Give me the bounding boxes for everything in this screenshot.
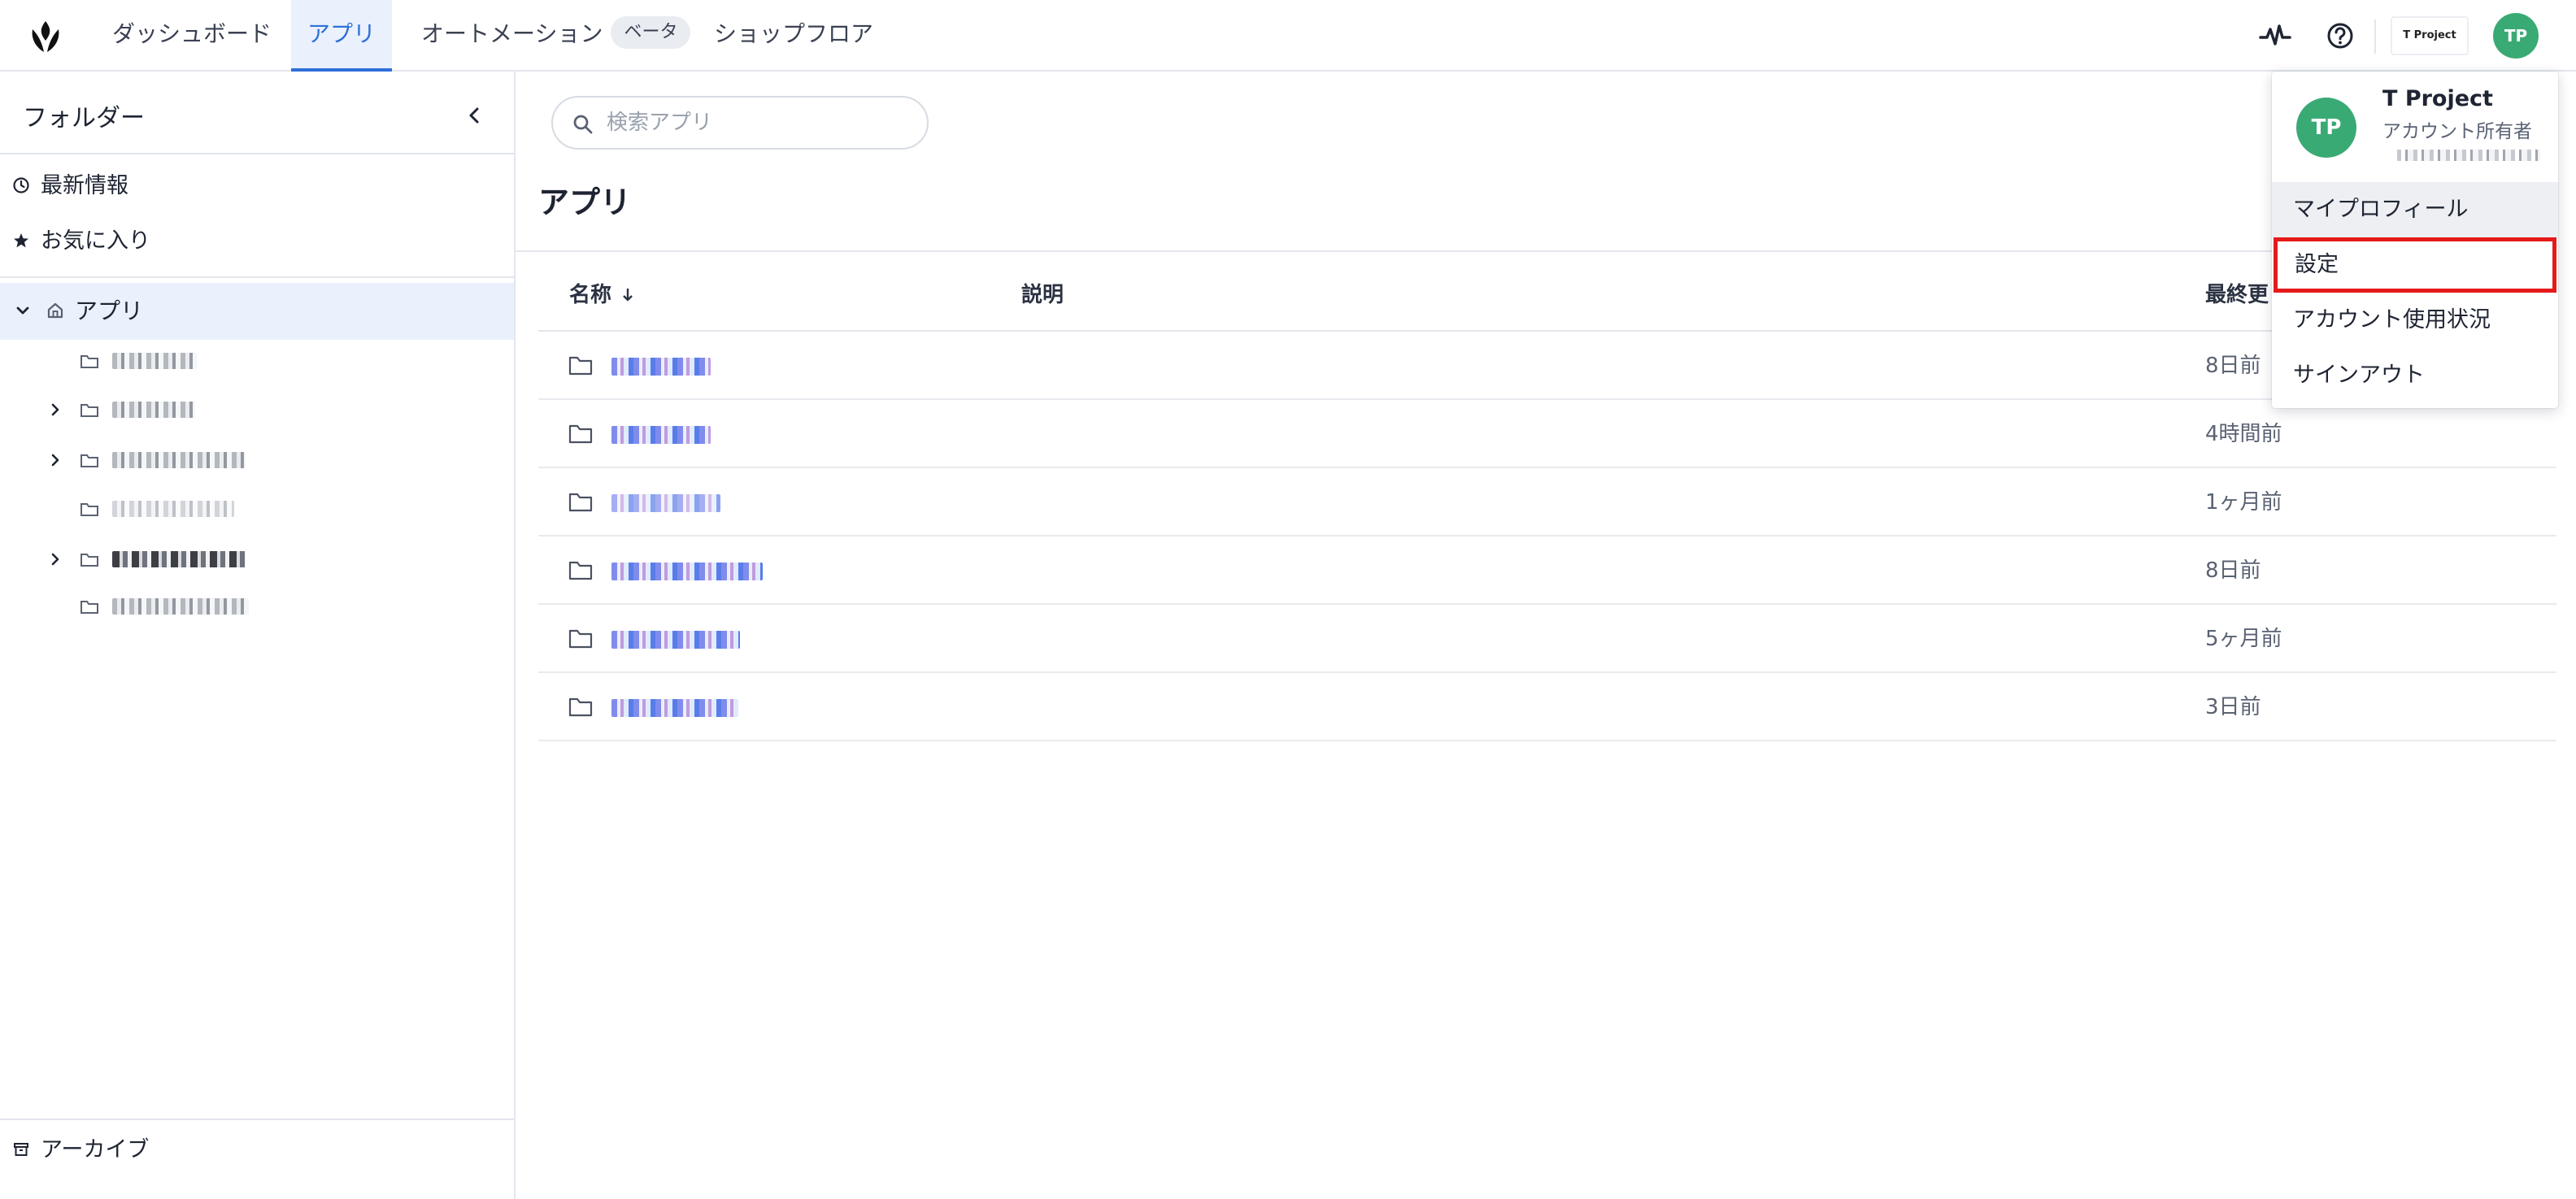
- nav-shop-floor[interactable]: ショップフロア: [714, 0, 873, 72]
- account-name: T Project: [2382, 86, 2493, 111]
- sidebar-item-favorites[interactable]: お気に入り: [11, 221, 150, 262]
- sidebar-title: フォルダー: [23, 104, 145, 132]
- page-title: アプリ: [538, 185, 632, 220]
- account-role: アカウント所有者: [2382, 121, 2532, 142]
- last-updated-cell: 5ヶ月前: [2205, 627, 2282, 651]
- app-folder-name-redacted[interactable]: [611, 426, 711, 444]
- last-updated-cell: 1ヶ月前: [2205, 490, 2282, 515]
- tulip-logo-icon[interactable]: [24, 16, 67, 59]
- top-navigation-bar: ダッシュボード アプリ オートメーション ベータ ショップフロア T Projec…: [0, 0, 2576, 72]
- sidebar-item-label: アプリ: [75, 298, 144, 324]
- topbar-divider: [2374, 20, 2376, 54]
- sidebar-divider: [0, 153, 514, 154]
- table-row[interactable]: 5ヶ月前: [538, 605, 2556, 673]
- last-updated-cell: 8日前: [2205, 558, 2261, 583]
- menu-item-account-usage[interactable]: アカウント使用状況: [2272, 293, 2558, 348]
- folder-tree-item[interactable]: [0, 385, 514, 434]
- folder-icon: [568, 561, 593, 580]
- archive-icon: [14, 1142, 28, 1156]
- sidebar-divider: [0, 276, 514, 278]
- sidebar-item-label: お気に入り: [41, 228, 150, 254]
- sort-descending-icon[interactable]: [618, 285, 637, 304]
- table-row[interactable]: 4時間前: [538, 400, 2556, 468]
- sidebar-item-label: 最新情報: [41, 173, 128, 198]
- user-avatar[interactable]: TP: [2493, 13, 2539, 59]
- sidebar-item-archive[interactable]: アーカイブ: [11, 1130, 149, 1171]
- nav-dashboard[interactable]: ダッシュボード: [112, 0, 272, 72]
- folder-name-redacted: [112, 551, 246, 567]
- search-input[interactable]: [607, 106, 916, 140]
- app-folder-name-redacted[interactable]: [611, 563, 763, 580]
- search-icon: [573, 115, 593, 134]
- folder-icon: [568, 697, 593, 717]
- folder-icon: [568, 356, 593, 376]
- folder-tree-item[interactable]: [0, 582, 514, 631]
- folder-tree-item[interactable]: [0, 337, 514, 385]
- column-header-last-updated[interactable]: 最終更: [2205, 278, 2269, 308]
- sidebar-divider: [0, 1119, 514, 1120]
- table-row[interactable]: 1ヶ月前: [538, 468, 2556, 537]
- chevron-down-icon[interactable]: [11, 299, 34, 322]
- table-row[interactable]: 3日前: [538, 673, 2556, 741]
- table-row[interactable]: 8日前: [538, 537, 2556, 605]
- folder-sidebar: フォルダー 最新情報 お気に入り アプリ アーカイブ: [0, 72, 516, 1199]
- folder-name-redacted: [112, 353, 197, 369]
- account-email-redacted: [2397, 150, 2540, 161]
- folder-name-redacted: [112, 452, 246, 468]
- folder-name-redacted: [112, 402, 195, 418]
- folder-icon: [568, 493, 593, 512]
- column-header-name[interactable]: 名称: [569, 278, 637, 308]
- folder-name-redacted: [112, 598, 249, 615]
- folder-icon: [568, 629, 593, 649]
- folder-icon: [80, 503, 98, 516]
- last-updated-cell: 4時間前: [2205, 422, 2282, 446]
- star-icon: [14, 232, 28, 247]
- nav-apps[interactable]: アプリ: [291, 0, 392, 72]
- folder-tree-item[interactable]: [0, 436, 514, 484]
- column-header-description[interactable]: 説明: [1021, 278, 1064, 308]
- clock-icon: [13, 176, 29, 193]
- folder-tree-item[interactable]: [0, 484, 514, 533]
- menu-item-sign-out[interactable]: サインアウト: [2272, 348, 2558, 403]
- content-divider: [516, 250, 2556, 252]
- menu-item-my-profile[interactable]: マイプロフィール: [2272, 182, 2558, 237]
- table-row[interactable]: 8日前: [538, 332, 2556, 400]
- app-folder-name-redacted[interactable]: [611, 631, 740, 649]
- column-header-label: 名称: [569, 283, 612, 307]
- help-icon[interactable]: [2322, 18, 2358, 54]
- sidebar-item-label: アーカイブ: [41, 1137, 150, 1162]
- sidebar-item-apps[interactable]: アプリ: [0, 283, 514, 340]
- folder-icon: [80, 404, 98, 417]
- chevron-right-icon[interactable]: [46, 450, 65, 470]
- menu-item-settings[interactable]: 設定: [2274, 237, 2556, 293]
- activity-pulse-icon[interactable]: [2257, 18, 2293, 54]
- folder-tree-item[interactable]: [0, 535, 514, 584]
- chevron-right-icon[interactable]: [46, 550, 65, 569]
- folder-name-redacted: [112, 501, 234, 517]
- folder-icon: [80, 554, 98, 567]
- account-brand-chip[interactable]: T Project: [2391, 16, 2469, 55]
- account-avatar: TP: [2296, 98, 2356, 158]
- account-dropdown-menu: TP T Project アカウント所有者 マイプロフィール 設定 アカウント使…: [2272, 72, 2558, 408]
- chevron-right-icon[interactable]: [46, 400, 65, 419]
- nav-automations[interactable]: オートメーション ベータ: [421, 0, 691, 72]
- beta-badge: ベータ: [611, 16, 691, 49]
- folder-icon: [80, 601, 98, 614]
- collapse-sidebar-icon[interactable]: [460, 101, 490, 130]
- app-folder-name-redacted[interactable]: [611, 699, 738, 717]
- folder-icon: [80, 454, 98, 467]
- sidebar-item-recent[interactable]: 最新情報: [11, 166, 128, 206]
- last-updated-cell: 3日前: [2205, 695, 2261, 719]
- folder-icon: [80, 355, 98, 368]
- search-field[interactable]: [551, 96, 929, 150]
- app-folder-name-redacted[interactable]: [611, 358, 711, 376]
- app-folder-name-redacted[interactable]: [611, 494, 720, 512]
- folder-icon: [568, 424, 593, 444]
- nav-automations-label: オートメーション: [421, 20, 603, 47]
- home-icon: [47, 302, 63, 319]
- last-updated-cell: 8日前: [2205, 354, 2261, 378]
